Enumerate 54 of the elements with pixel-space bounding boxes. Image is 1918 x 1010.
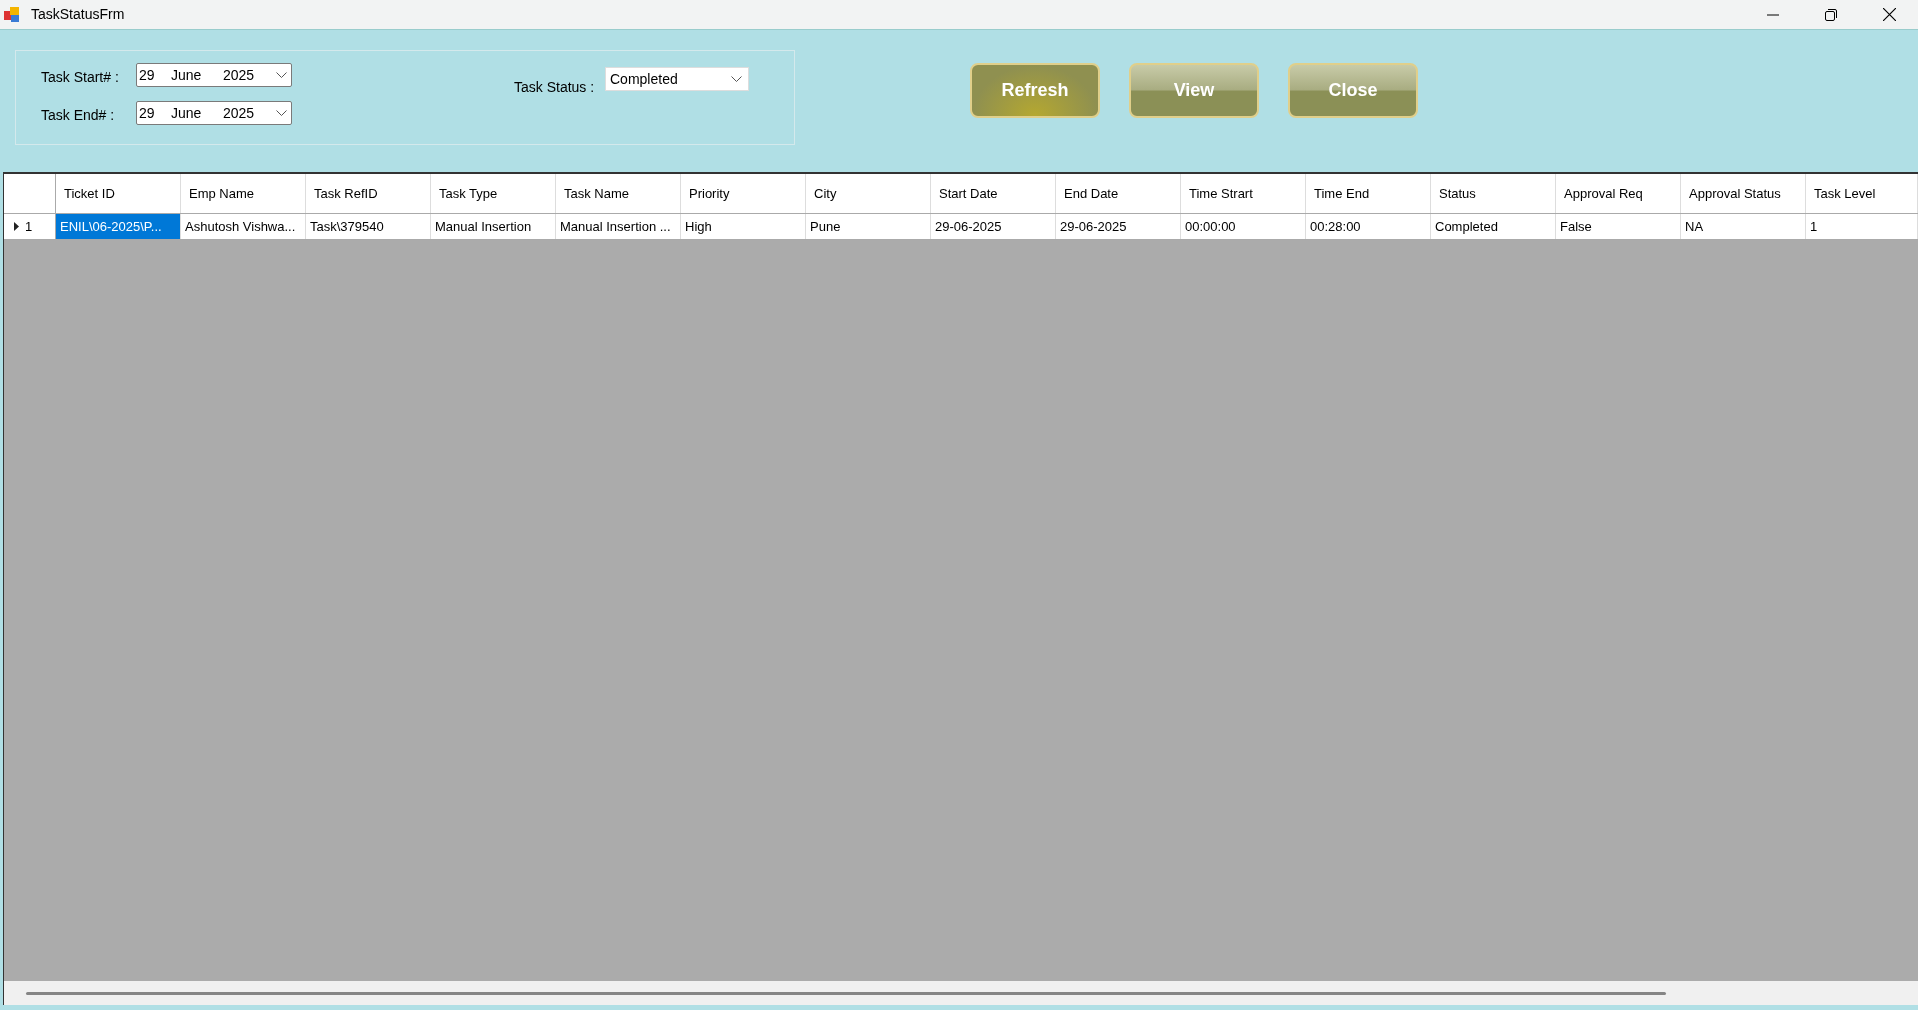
chevron-down-icon <box>731 75 742 83</box>
column-header[interactable]: Status <box>1431 174 1556 213</box>
month-text: June <box>171 103 203 123</box>
year-text: 2025 <box>223 103 256 123</box>
dropdown-value: Completed <box>610 69 678 89</box>
table-cell[interactable]: Ashutosh Vishwa... <box>181 214 306 239</box>
column-header[interactable]: Approval Status <box>1681 174 1806 213</box>
column-header[interactable]: Task Level <box>1806 174 1918 213</box>
column-header[interactable]: Task RefID <box>306 174 431 213</box>
status-dropdown[interactable]: Completed <box>605 67 749 91</box>
current-row-icon <box>14 222 19 231</box>
field-label: Task End# : <box>41 106 115 125</box>
window-title: TaskStatusFrm <box>31 5 125 24</box>
table-cell[interactable]: 00:00:00 <box>1181 214 1306 239</box>
column-header[interactable]: City <box>806 174 931 213</box>
column-header[interactable]: Task Name <box>556 174 681 213</box>
month-text: June <box>171 65 203 85</box>
column-header[interactable]: Start Date <box>931 174 1056 213</box>
day-text: 29 <box>138 65 156 85</box>
table-cell[interactable]: 29-06-2025 <box>1056 214 1181 239</box>
year-text: 2025 <box>223 65 256 85</box>
table-cell[interactable]: Completed <box>1431 214 1556 239</box>
date-picker[interactable]: 29 June 2025 <box>136 101 292 125</box>
table-cell[interactable]: NA <box>1681 214 1806 239</box>
chevron-down-icon <box>276 109 287 117</box>
day-text: 29 <box>138 103 156 123</box>
table-cell[interactable]: False <box>1556 214 1681 239</box>
column-header[interactable]: Ticket ID <box>56 174 181 213</box>
column-header[interactable]: Time End <box>1306 174 1431 213</box>
column-header[interactable]: Time Strart <box>1181 174 1306 213</box>
column-header[interactable]: Task Type <box>431 174 556 213</box>
table-cell[interactable]: ENIL\06-2025\P... <box>56 214 181 239</box>
field-label: Task Start# : <box>41 68 119 87</box>
column-header[interactable]: Emp Name <box>181 174 306 213</box>
app-icon <box>3 5 21 24</box>
table-cell[interactable]: 29-06-2025 <box>931 214 1056 239</box>
table-cell[interactable]: Manual Insertion ... <box>556 214 681 239</box>
column-header[interactable]: Approval Req <box>1556 174 1681 213</box>
field-label: Task Status : <box>514 78 595 97</box>
horizontal-scrollbar[interactable] <box>4 981 1918 1005</box>
scrollbar-thumb[interactable] <box>26 991 1666 995</box>
restore-icon <box>1825 8 1837 21</box>
row-number: 1 <box>25 217 33 236</box>
column-header[interactable]: Priority <box>681 174 806 213</box>
column-header[interactable]: End Date <box>1056 174 1181 213</box>
table-cell[interactable]: Manual Insertion <box>431 214 556 239</box>
chevron-down-icon <box>276 71 287 79</box>
table-cell[interactable]: Task\379540 <box>306 214 431 239</box>
table-cell[interactable]: 1 <box>1806 214 1918 239</box>
table-cell[interactable]: High <box>681 214 806 239</box>
close-icon <box>1882 8 1896 21</box>
table-cell[interactable]: 00:28:00 <box>1306 214 1431 239</box>
date-picker[interactable]: 29 June 2025 <box>136 63 292 87</box>
table-cell[interactable]: Pune <box>806 214 931 239</box>
